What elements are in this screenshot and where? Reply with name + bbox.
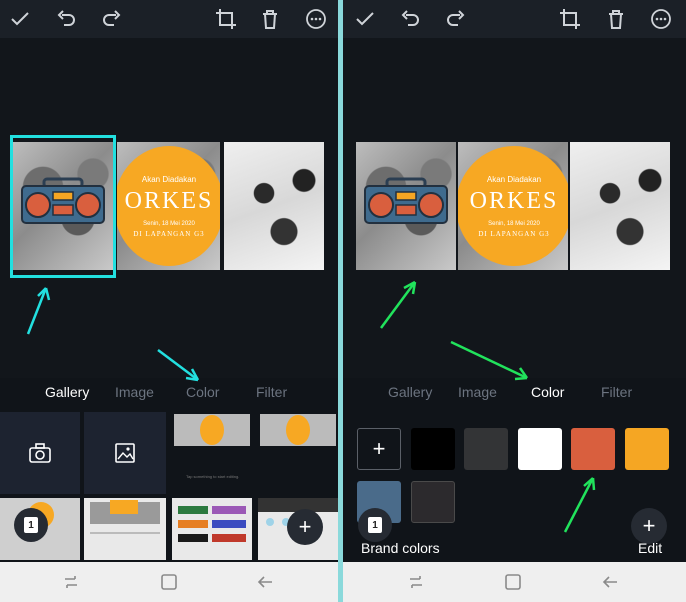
pages-button[interactable]: 1: [358, 508, 392, 542]
gallery-thumb[interactable]: [84, 498, 166, 560]
check-icon[interactable]: [8, 7, 32, 31]
event-date: Senin, 18 Mei 2020: [143, 220, 195, 227]
trash-icon[interactable]: [258, 7, 282, 31]
tab-gallery[interactable]: Gallery: [388, 384, 432, 400]
android-nav-bar: [343, 562, 686, 602]
tab-image[interactable]: Image: [115, 384, 154, 400]
slide-2[interactable]: Akan Diadakan ORKES Senin, 18 Mei 2020 D…: [117, 142, 220, 270]
branch-photo: [570, 142, 670, 270]
event-location: DI LAPANGAN G3: [478, 229, 550, 238]
color-swatch-red-orange[interactable]: [571, 428, 615, 470]
right-screenshot-panel: Akan Diadakan ORKES Senin, 18 Mei 2020 D…: [343, 0, 686, 602]
tab-gallery[interactable]: Gallery: [45, 384, 89, 400]
undo-icon[interactable]: [54, 7, 78, 31]
branch-photo: [224, 142, 324, 270]
color-swatch-white[interactable]: [518, 428, 562, 470]
camera-tile[interactable]: [0, 412, 80, 494]
redo-icon[interactable]: [100, 7, 124, 31]
tab-color[interactable]: Color: [531, 384, 564, 400]
check-icon[interactable]: [353, 7, 377, 31]
color-swatch-charcoal[interactable]: [411, 481, 455, 523]
event-location: DI LAPANGAN G3: [133, 229, 205, 238]
event-date: Senin, 18 Mei 2020: [488, 220, 540, 227]
top-toolbar: [0, 0, 338, 38]
page-count: 1: [368, 517, 382, 533]
image-icon: [115, 443, 135, 463]
color-swatch-black[interactable]: [411, 428, 455, 470]
add-button[interactable]: +: [631, 508, 667, 544]
event-circle: Akan Diadakan ORKES Senin, 18 Mei 2020 D…: [458, 146, 568, 266]
home-icon[interactable]: [160, 573, 178, 591]
gallery-thumb[interactable]: [172, 498, 252, 560]
home-icon[interactable]: [504, 573, 522, 591]
edit-tabs: Gallery Image Color Filter: [343, 384, 686, 404]
event-title: ORKES: [124, 187, 214, 214]
brand-colors-label: Brand colors: [361, 540, 440, 556]
add-color-button[interactable]: +: [357, 428, 401, 470]
undo-icon[interactable]: [398, 7, 422, 31]
more-icon[interactable]: [304, 7, 328, 31]
slide-3[interactable]: [224, 142, 324, 270]
event-circle: Akan Diadakan ORKES Senin, 18 Mei 2020 D…: [117, 146, 220, 266]
recent-apps-icon[interactable]: [407, 573, 425, 591]
more-icon[interactable]: [649, 7, 673, 31]
design-thumb[interactable]: [258, 412, 338, 494]
back-icon[interactable]: [601, 573, 619, 591]
event-subtitle: Akan Diadakan: [141, 174, 197, 184]
redo-icon[interactable]: [444, 7, 468, 31]
page-count: 1: [24, 517, 38, 533]
tab-filter[interactable]: Filter: [601, 384, 632, 400]
photos-tile[interactable]: [84, 412, 166, 494]
slide-1[interactable]: [356, 142, 456, 270]
design-thumb[interactable]: Tap something to start editing.: [172, 412, 252, 494]
tab-image[interactable]: Image: [458, 384, 497, 400]
pages-button[interactable]: 1: [14, 508, 48, 542]
top-toolbar: [343, 0, 686, 38]
boombox-icon: [364, 177, 448, 224]
tab-filter[interactable]: Filter: [256, 384, 287, 400]
android-nav-bar: [0, 562, 338, 602]
color-swatch-orange[interactable]: [625, 428, 669, 470]
event-title: ORKES: [469, 187, 559, 214]
tab-color[interactable]: Color: [186, 384, 219, 400]
left-screenshot-panel: Akan Diadakan ORKES Senin, 18 Mei 2020 D…: [0, 0, 338, 602]
slide-3[interactable]: [570, 142, 670, 270]
camera-icon: [29, 443, 51, 463]
color-swatch-dark-gray[interactable]: [464, 428, 508, 470]
selected-element-frame[interactable]: [10, 135, 116, 278]
edit-label[interactable]: Edit: [638, 540, 662, 556]
crop-icon[interactable]: [558, 7, 582, 31]
trash-icon[interactable]: [604, 7, 628, 31]
edit-tabs: Gallery Image Color Filter: [0, 384, 338, 404]
recent-apps-icon[interactable]: [62, 573, 80, 591]
thumb-caption: Tap something to start editing.: [186, 474, 240, 479]
back-icon[interactable]: [256, 573, 274, 591]
crop-icon[interactable]: [214, 7, 238, 31]
add-button[interactable]: +: [287, 509, 323, 545]
event-subtitle: Akan Diadakan: [486, 174, 542, 184]
slide-2[interactable]: Akan Diadakan ORKES Senin, 18 Mei 2020 D…: [458, 142, 568, 270]
